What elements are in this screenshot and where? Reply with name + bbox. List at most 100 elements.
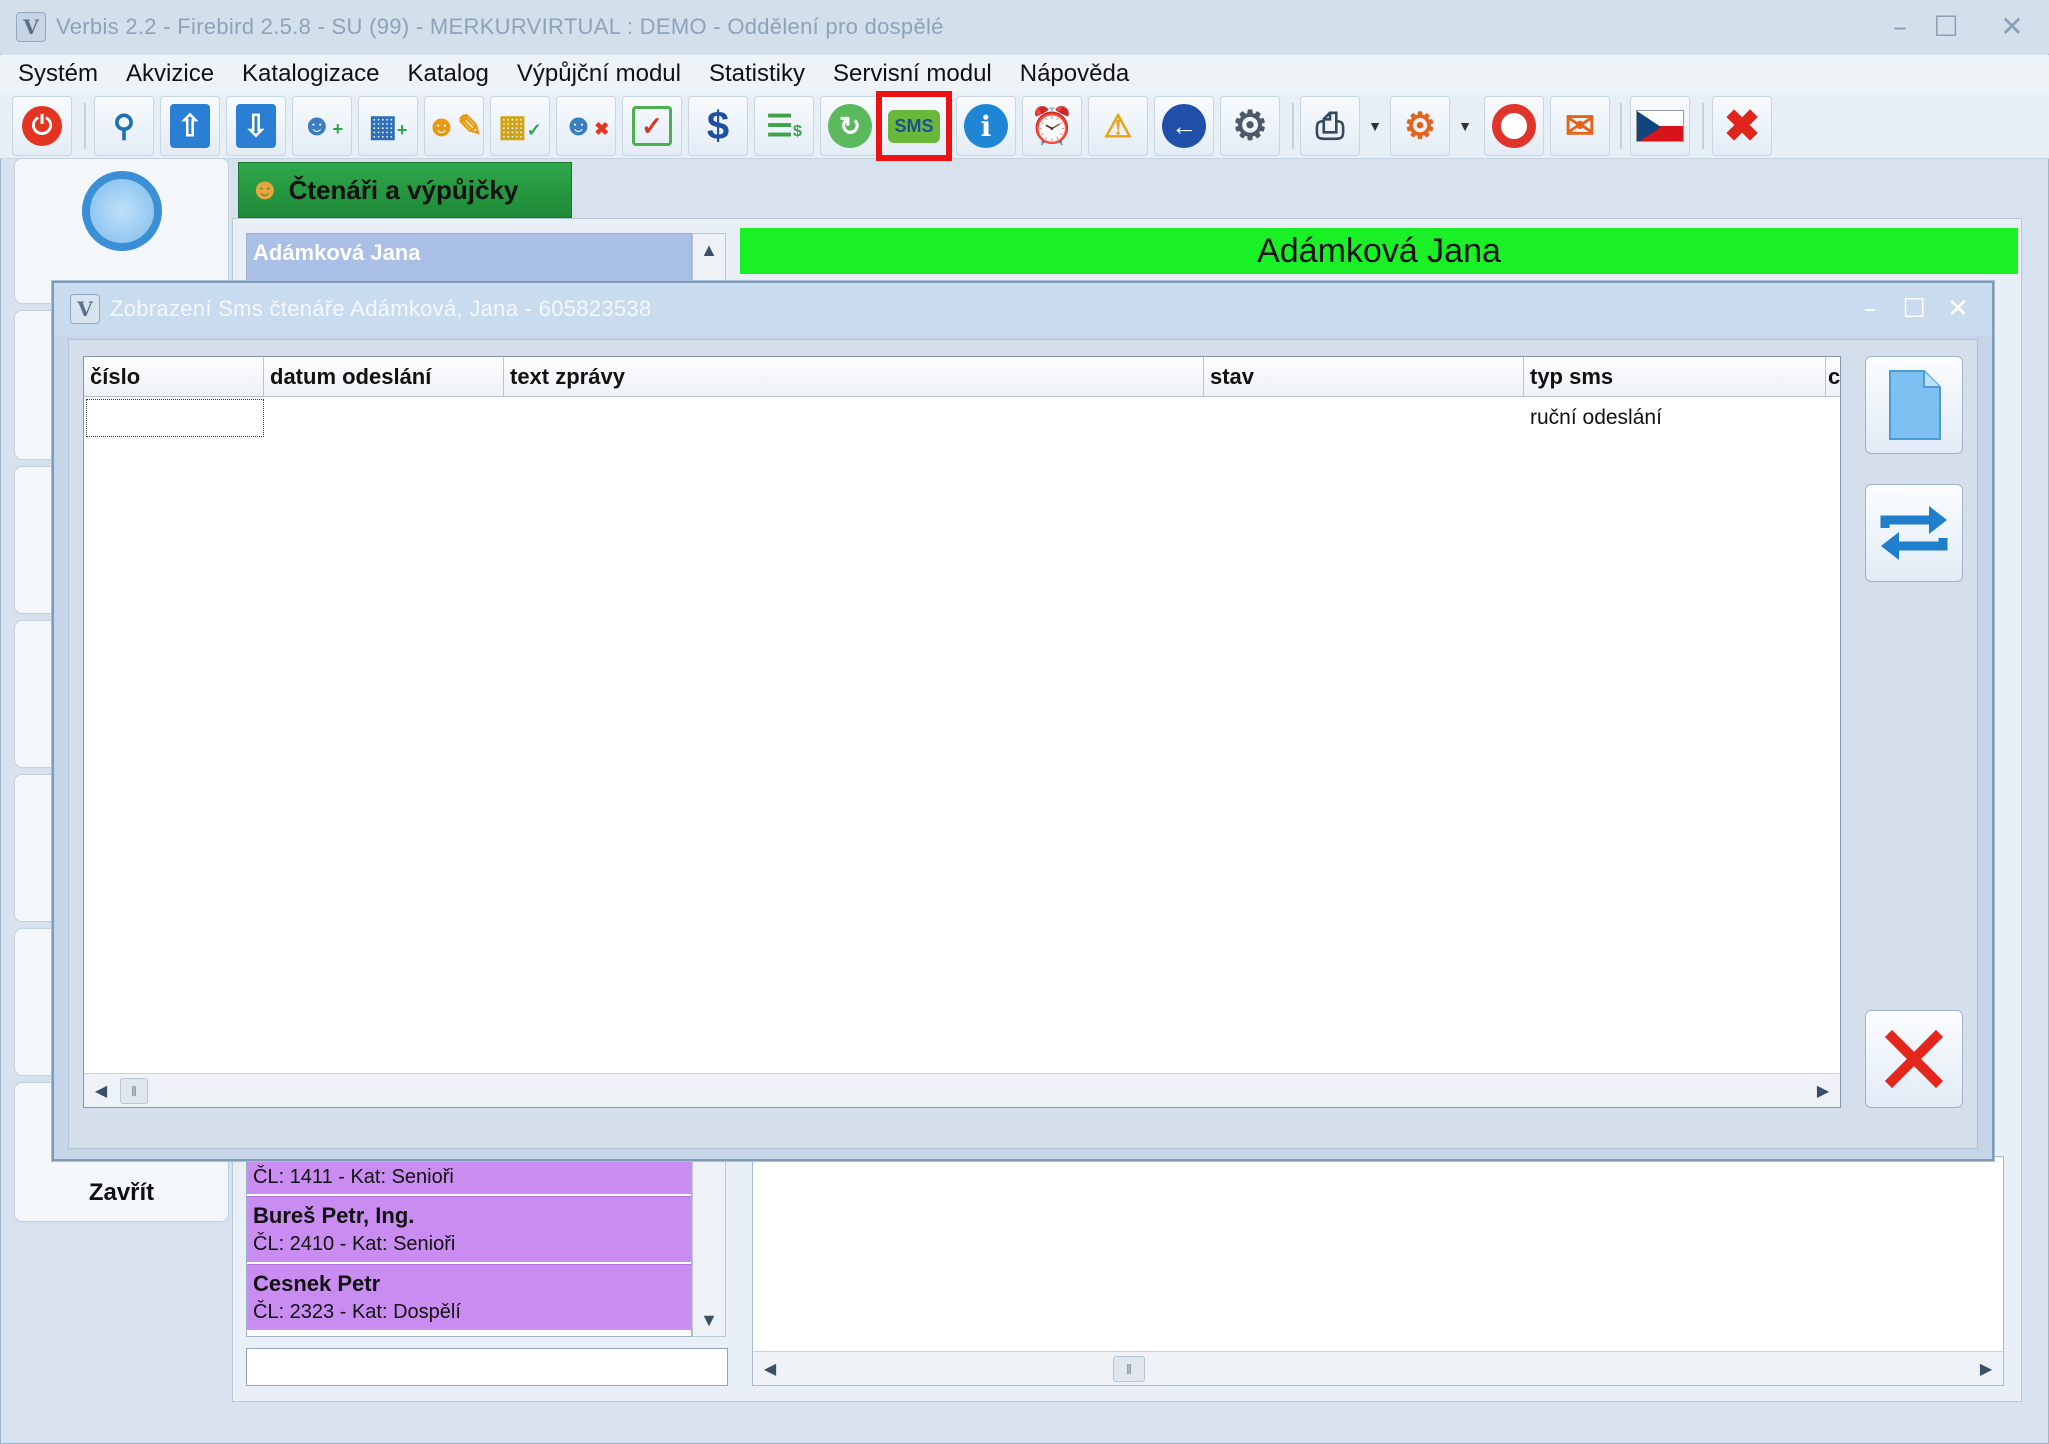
dialog-minimize-button[interactable]: – <box>1850 291 1890 327</box>
menu-statistiky[interactable]: Statistiky <box>695 55 819 93</box>
power-button[interactable]: ⏻ <box>12 96 72 156</box>
column-header-datum[interactable]: datum odeslání <box>264 357 504 397</box>
toolbar: ⏻ ⚲ ⇧ ⇩ ☻+ ▦+ ☻✎ ▦✓ ☻✖ ✓ $ ☰$ ↻ SMS i ⏰ … <box>0 91 2049 161</box>
print-dropdown[interactable]: ▼ <box>1364 96 1386 156</box>
refresh-button[interactable]: ↻ <box>820 96 880 156</box>
horizontal-scrollbar[interactable]: ◀ ‖ ▶ <box>753 1351 2003 1385</box>
dialog-body: číslo datum odeslání text zprávy stav ty… <box>68 339 1978 1149</box>
minimize-button[interactable]: – <box>1878 8 1922 44</box>
close-x-icon <box>1884 1029 1944 1089</box>
close-module-button[interactable]: ✖ <box>1712 96 1772 156</box>
cell-text <box>504 397 1204 439</box>
menu-system[interactable]: Systém <box>0 55 112 93</box>
checkbox-button[interactable]: ✓ <box>622 96 682 156</box>
sms-button[interactable]: SMS <box>876 91 952 161</box>
new-sms-button[interactable] <box>1865 356 1963 454</box>
settings-button[interactable]: ⚙ <box>1220 96 1280 156</box>
add-reader-button[interactable]: ☻+ <box>292 96 352 156</box>
scroll-right-icon[interactable]: ▶ <box>1969 1352 2003 1386</box>
toolbar-separator <box>1292 103 1294 149</box>
remove-reader-icon: ☻✖ <box>562 109 610 142</box>
printer-icon: ⎙ <box>1315 104 1345 146</box>
configuration-button[interactable]: ⚙ <box>1390 96 1450 156</box>
sms-grid: číslo datum odeslání text zprávy stav ty… <box>83 356 1841 1108</box>
reminder-warning-icon: ⚠ <box>1103 108 1133 144</box>
maximize-button[interactable]: ☐ <box>1924 8 1968 44</box>
refresh-sms-button[interactable] <box>1865 484 1963 582</box>
reader-sub: ČL: 1411 - Kat: Senioři <box>253 1166 454 1188</box>
back-button[interactable]: ← <box>1154 96 1214 156</box>
edit-reader-icon: ☻✎ <box>425 109 483 143</box>
add-items-button[interactable]: ▦+ <box>358 96 418 156</box>
remove-reader-button[interactable]: ☻✖ <box>556 96 616 156</box>
grid-horizontal-scrollbar[interactable]: ◀ ‖ ▶ <box>84 1073 1840 1107</box>
edit-reader-button[interactable]: ☻✎ <box>424 96 484 156</box>
reader-search-input[interactable] <box>246 1348 728 1386</box>
help-button[interactable] <box>1484 96 1544 156</box>
close-window-button[interactable]: ✕ <box>1990 8 2034 44</box>
menu-napoveda[interactable]: Nápověda <box>1006 55 1143 93</box>
column-header-typ[interactable]: typ sms <box>1524 357 1826 397</box>
search-button[interactable]: ⚲ <box>94 96 154 156</box>
menu-akvizice[interactable]: Akvizice <box>112 55 228 93</box>
table-row[interactable]: ruční odeslání <box>84 397 1840 439</box>
info-button[interactable]: i <box>956 96 1016 156</box>
scroll-thumb[interactable]: ‖ <box>1113 1356 1145 1382</box>
download-button[interactable]: ⇩ <box>226 96 286 156</box>
scroll-thumb[interactable]: ‖ <box>120 1078 148 1104</box>
cell-cislo <box>84 397 264 439</box>
column-header-stav[interactable]: stav <box>1204 357 1524 397</box>
refresh-icon: ↻ <box>828 104 872 148</box>
app-logo-icon: V <box>70 294 100 324</box>
close-dialog-button[interactable] <box>1865 1010 1963 1108</box>
upload-button[interactable]: ⇧ <box>160 96 220 156</box>
print-button[interactable]: ⎙ <box>1300 96 1360 156</box>
checked-items-button[interactable]: ▦✓ <box>490 96 550 156</box>
configuration-gears-icon: ⚙ <box>1403 105 1437 146</box>
tab-label: Čtenáři a výpůjčky <box>288 174 519 205</box>
list-item-selected[interactable]: Adámková Jana <box>247 234 691 284</box>
dialog-maximize-button[interactable]: ☐ <box>1894 291 1934 327</box>
download-icon: ⇩ <box>236 104 276 148</box>
grid-header: číslo datum odeslání text zprávy stav ty… <box>84 357 1840 397</box>
scroll-left-icon[interactable]: ◀ <box>84 1074 118 1107</box>
payments-list-icon: ☰$ <box>766 109 802 143</box>
app-logo-icon: V <box>16 12 46 42</box>
column-header-text[interactable]: text zprávy <box>504 357 1204 397</box>
menu-katalogizace[interactable]: Katalogizace <box>228 55 393 93</box>
scroll-left-icon[interactable]: ◀ <box>753 1352 787 1386</box>
scroll-down-icon[interactable]: ▼ <box>693 1304 725 1336</box>
list-item[interactable]: Bureš Petr, Ing. ČL: 2410 - Kat: Senioři <box>247 1196 691 1262</box>
scroll-up-icon[interactable]: ▲ <box>693 234 725 266</box>
search-icon <box>81 171 162 251</box>
upload-icon: ⇧ <box>170 104 210 148</box>
menu-servisni-modul[interactable]: Servisní modul <box>819 55 1006 93</box>
chevron-down-icon: ▼ <box>1368 118 1382 134</box>
toolbar-separator <box>1620 103 1622 149</box>
payments-list-button[interactable]: ☰$ <box>754 96 814 156</box>
cell-stav <box>1204 397 1524 439</box>
back-arrow-icon: ← <box>1162 104 1206 148</box>
cell-datum <box>264 397 504 439</box>
alarm-button[interactable]: ⏰ <box>1022 96 1082 156</box>
configuration-dropdown[interactable]: ▼ <box>1454 96 1476 156</box>
column-header-extra[interactable]: c <box>1826 357 1840 397</box>
tab-readers-loans[interactable]: ☻ Čtenáři a výpůjčky <box>238 162 572 218</box>
reader-name: Cesnek Petr <box>253 1271 381 1296</box>
search-icon: ⚲ <box>113 109 135 143</box>
language-button[interactable] <box>1630 96 1690 156</box>
title-bar: V Verbis 2.2 - Firebird 2.5.8 - SU (99) … <box>0 0 2049 54</box>
dialog-close-button[interactable]: ✕ <box>1938 291 1978 327</box>
cell-typ: ruční odeslání <box>1530 406 1662 429</box>
reminder-button[interactable]: ⚠ <box>1088 96 1148 156</box>
messages-button[interactable]: ✉ <box>1550 96 1610 156</box>
payments-button[interactable]: $ <box>688 96 748 156</box>
scroll-right-icon[interactable]: ▶ <box>1806 1074 1840 1107</box>
menu-katalog[interactable]: Katalog <box>393 55 502 93</box>
new-document-icon <box>1889 370 1941 440</box>
checkbox-icon: ✓ <box>632 106 672 146</box>
column-header-cislo[interactable]: číslo <box>84 357 264 397</box>
list-item[interactable]: Cesnek Petr ČL: 2323 - Kat: Dospělí <box>247 1264 691 1330</box>
info-icon: i <box>964 104 1008 148</box>
menu-vypujcni-modul[interactable]: Výpůjční modul <box>503 55 695 93</box>
